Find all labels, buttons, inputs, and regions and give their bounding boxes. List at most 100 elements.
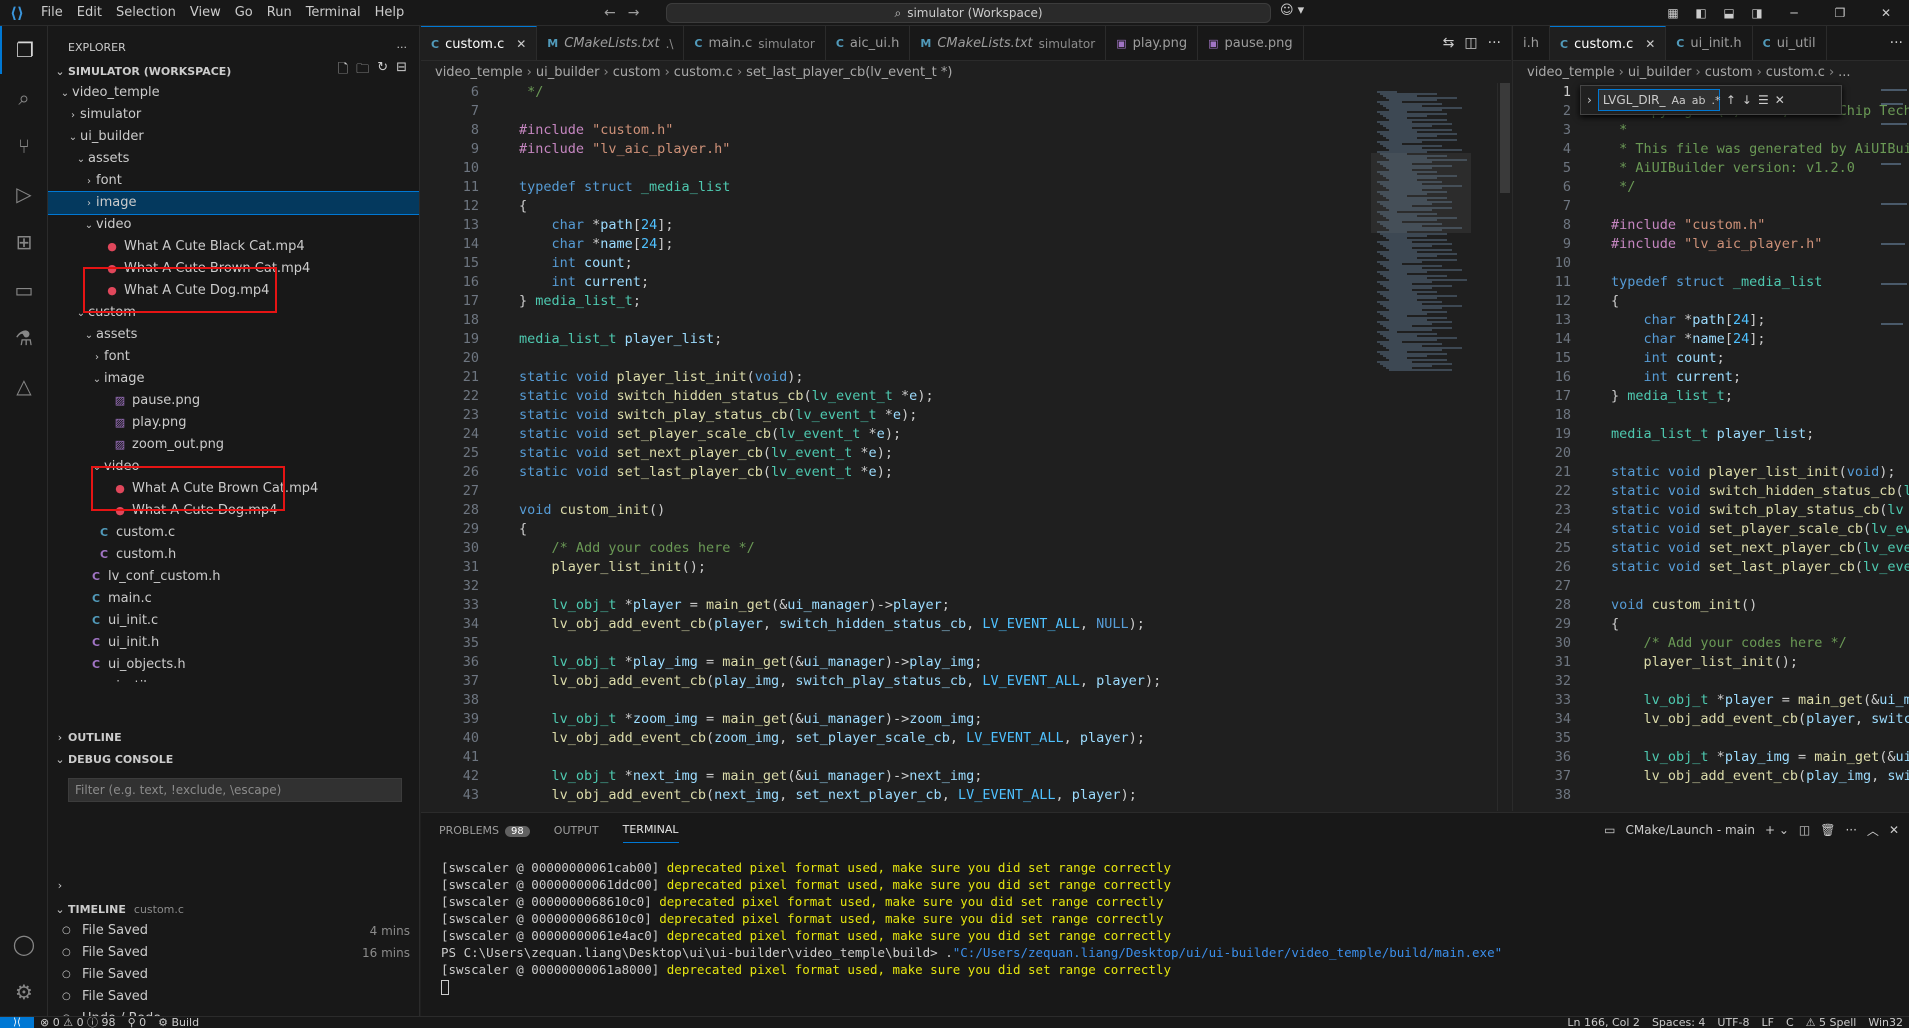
extensions-icon[interactable]: ⊞	[0, 218, 48, 266]
find-input[interactable]: LVGL_DIR_ Aa ab .*	[1597, 89, 1721, 111]
back-arrow-icon[interactable]: ←	[604, 5, 616, 21]
tab-pause-png[interactable]: ▣ pause.png	[1198, 26, 1304, 60]
copilot-icon[interactable]: ☺ ▾	[1280, 3, 1304, 18]
tab-i-h[interactable]: i.h	[1513, 26, 1550, 60]
timeline-item[interactable]: ○ File Saved	[48, 986, 419, 1008]
scrollbar-thumb[interactable]	[1500, 83, 1510, 193]
folder-item[interactable]: › font	[48, 170, 419, 192]
file-item[interactable]: ▨ zoom_out.png	[48, 434, 419, 456]
remote-explorer-icon[interactable]: ▭	[0, 266, 48, 314]
editor-scrollbar[interactable]	[1497, 83, 1511, 811]
new-terminal-icon[interactable]: + ⌄	[1765, 823, 1789, 837]
status-right-item[interactable]: UTF-8	[1711, 1017, 1755, 1028]
new-file-icon[interactable]: 🗋	[338, 60, 348, 82]
terminal-output[interactable]: [swscaler @ 00000000061cab00] deprecated…	[441, 859, 1502, 995]
close-window-button[interactable]: ✕	[1863, 6, 1909, 20]
folder-item[interactable]: ⌄ ui_builder	[48, 126, 419, 148]
minimap[interactable]	[1371, 83, 1511, 811]
menu-file[interactable]: File	[34, 0, 70, 26]
cmake-icon[interactable]: △	[0, 362, 48, 410]
status-right-item[interactable]: C	[1780, 1017, 1800, 1028]
toggle-sidebar-icon[interactable]: ◧	[1687, 6, 1715, 20]
file-item[interactable]: Cui_objects.h	[48, 654, 419, 676]
breadcrumb-item[interactable]: custom.c	[1766, 65, 1825, 80]
source-control-icon[interactable]: ⑂	[0, 122, 48, 170]
panel-tab-output[interactable]: OUTPUT	[554, 824, 599, 837]
file-item[interactable]: ▨ play.png	[48, 412, 419, 434]
file-item[interactable]: Ccustom.h	[48, 544, 419, 566]
menu-edit[interactable]: Edit	[70, 0, 109, 26]
breadcrumb-item[interactable]: set_last_player_cb(lv_event_t *)	[746, 65, 952, 80]
account-icon[interactable]: ◯	[0, 920, 48, 968]
status-right-item[interactable]: ⚠ 5 Spell	[1800, 1017, 1863, 1028]
file-item[interactable]: ▨ pause.png	[48, 390, 419, 412]
menu-selection[interactable]: Selection	[109, 0, 183, 26]
minimize-button[interactable]: ─	[1771, 6, 1817, 20]
status-right-item[interactable]: Win32	[1862, 1017, 1909, 1028]
maximize-panel-icon[interactable]: ︿	[1867, 822, 1879, 839]
previous-match-icon[interactable]: ↑	[1726, 93, 1736, 107]
panel-tab-terminal[interactable]: TERMINAL	[622, 823, 679, 843]
toggle-secondary-sidebar-icon[interactable]: ◨	[1743, 6, 1771, 20]
restore-button[interactable]: ❐	[1817, 6, 1863, 20]
debug-console-section-header[interactable]: ⌄ DEBUG CONSOLE	[48, 748, 419, 770]
menu-go[interactable]: Go	[228, 0, 260, 26]
find-in-selection-icon[interactable]: ☰	[1758, 93, 1769, 107]
regex-toggle[interactable]: .*	[1712, 94, 1721, 107]
code-editor-split[interactable]: 1/*2 * Copyright (C) 2024, ArtInChip Tec…	[1513, 83, 1909, 811]
folder-item[interactable]: ⌄ video	[48, 214, 419, 236]
close-icon[interactable]: ✕	[516, 37, 526, 51]
folder-item[interactable]: › image	[48, 191, 419, 215]
timeline-item[interactable]: ○ File Saved 4 mins	[48, 920, 419, 942]
breadcrumb-item[interactable]: ui_builder	[1628, 65, 1692, 80]
menu-view[interactable]: View	[183, 0, 228, 26]
folder-item[interactable]: ⌄ video_temple	[48, 82, 419, 104]
code-editor-main[interactable]: 6 */7 8 #include "custom.h" 9 #include "lv_a…	[421, 83, 1511, 811]
more-actions-icon[interactable]: ···	[397, 41, 408, 54]
match-case-toggle[interactable]: Aa	[1672, 94, 1686, 107]
more-actions-icon[interactable]: ···	[1845, 823, 1856, 837]
breadcrumb-item[interactable]: custom	[1705, 65, 1753, 80]
menu-terminal[interactable]: Terminal	[299, 0, 368, 26]
new-folder-icon[interactable]: 🗀	[356, 60, 369, 82]
folder-item[interactable]: › simulator	[48, 104, 419, 126]
file-item[interactable]: Cui_init.c	[48, 610, 419, 632]
status-left-item[interactable]: ⚲ 0	[122, 1017, 153, 1028]
expand-console-row[interactable]: ›	[48, 874, 419, 896]
close-icon[interactable]: ✕	[1645, 37, 1655, 51]
status-left-item[interactable]: ⚙ Build	[152, 1017, 205, 1028]
file-item[interactable]: ● What A Cute Black Cat.mp4	[48, 236, 419, 258]
tab-ui-util[interactable]: Cui_util	[1753, 26, 1827, 60]
search-view-icon[interactable]: ⌕	[0, 74, 48, 122]
split-terminal-icon[interactable]: ◫	[1799, 823, 1810, 837]
file-item[interactable]: Cmain.c	[48, 588, 419, 610]
minimap[interactable]	[1877, 83, 1909, 363]
breadcrumb-item[interactable]: ui_builder	[536, 65, 600, 80]
testing-icon[interactable]: ⚗	[0, 314, 48, 362]
file-item[interactable]: Cui_init.h	[48, 632, 419, 654]
file-item[interactable]: Clv_conf_custom.h	[48, 566, 419, 588]
status-right-item[interactable]: LF	[1755, 1017, 1779, 1028]
tab-custom-c[interactable]: Ccustom.c ✕	[421, 26, 538, 60]
file-item[interactable]: Ccustom.c	[48, 522, 419, 544]
folder-item[interactable]: ⌄ assets	[48, 148, 419, 170]
explorer-icon[interactable]: ❐	[0, 26, 48, 74]
tab-play-png[interactable]: ▣ play.png	[1106, 26, 1199, 60]
close-find-icon[interactable]: ✕	[1775, 93, 1785, 107]
tab-cmakelists-txt[interactable]: M CMakeLists.txt .\	[537, 26, 685, 60]
split-editor-icon[interactable]: ◫	[1464, 35, 1477, 51]
match-word-toggle[interactable]: ab	[1692, 94, 1706, 107]
breadcrumb-item[interactable]: ...	[1838, 65, 1850, 80]
tab-ui-init-h[interactable]: Cui_init.h	[1666, 26, 1753, 60]
tab-custom-c[interactable]: Ccustom.c ✕	[1549, 26, 1667, 60]
more-actions-icon[interactable]: ···	[1488, 35, 1501, 51]
tab-cmakelists-txt[interactable]: M CMakeLists.txt simulator	[910, 26, 1107, 60]
timeline-item[interactable]: ○ File Saved	[48, 964, 419, 986]
menu-run[interactable]: Run	[260, 0, 299, 26]
terminal-name[interactable]: CMake/Launch - main	[1626, 823, 1755, 837]
folder-item[interactable]: ⌄ assets	[48, 324, 419, 346]
remote-indicator-icon[interactable]: ⟩⟨	[0, 1017, 34, 1028]
collapse-all-icon[interactable]: ⊟	[396, 60, 407, 82]
breadcrumb-item[interactable]: custom	[613, 65, 661, 80]
breadcrumb-item[interactable]: custom.c	[674, 65, 733, 80]
